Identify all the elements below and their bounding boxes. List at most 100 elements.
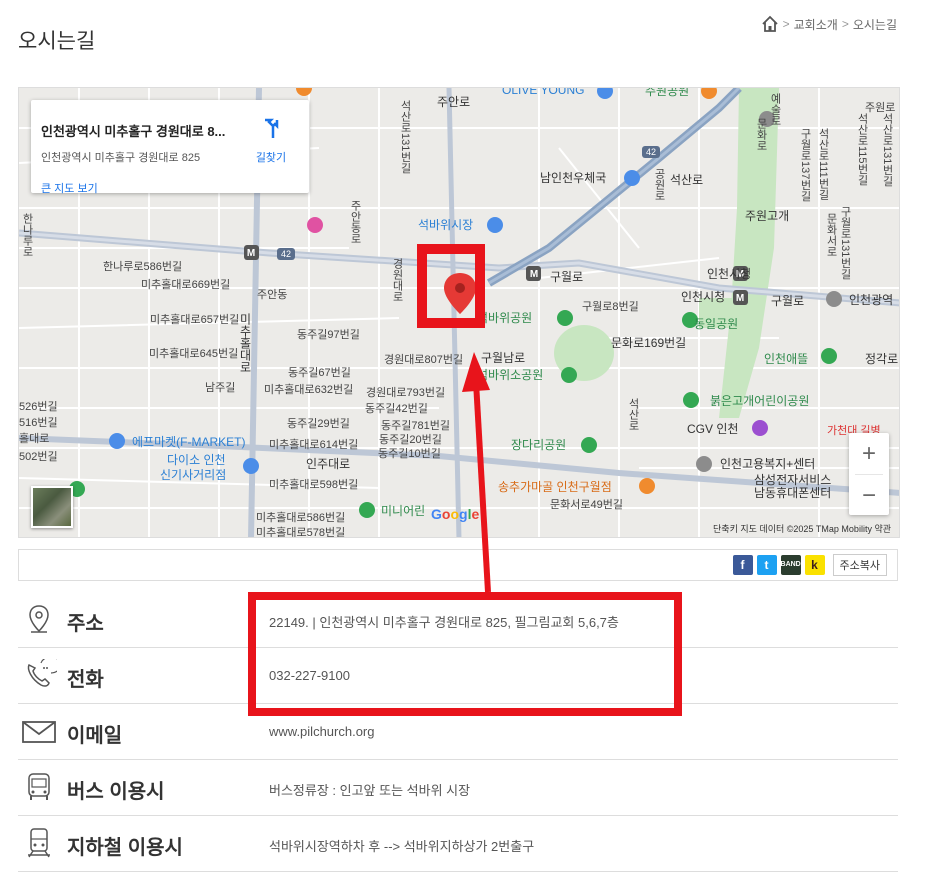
map-label: 구월로: [550, 270, 584, 284]
map-label: 구월남로: [481, 351, 526, 365]
map-label: 미추홀대로669번길: [141, 279, 231, 291]
breadcrumb-item-directions[interactable]: 오시는길: [853, 16, 897, 33]
map-label: 석산로131번길: [399, 100, 411, 174]
map-label: 문화서로: [825, 213, 837, 257]
map-label: 석바위공원: [477, 311, 533, 325]
map[interactable]: 42 42 M M M M 주안로 OLIVE YOUNG 주원공원 남인천우체…: [18, 87, 900, 538]
satellite-toggle[interactable]: [31, 486, 73, 528]
home-icon[interactable]: [761, 15, 779, 33]
breadcrumb: > 교회소개 > 오시는길: [761, 15, 897, 33]
twitter-icon[interactable]: t: [756, 555, 777, 575]
map-label: 주원공원: [645, 87, 690, 98]
envelope-icon: [22, 721, 56, 743]
map-label: 석산로111번길: [817, 128, 829, 200]
row-label: 지하철 이용시: [67, 837, 183, 859]
map-label: 인천시청: [681, 290, 726, 304]
map-label: 인천시청: [707, 267, 752, 281]
map-label: 경원대로807번길: [384, 354, 464, 366]
svg-text:42: 42: [646, 147, 656, 157]
row-label: 전화: [67, 669, 104, 691]
bus-value: 버스정류장 : 인고앞 또는 석바위 시장: [269, 783, 471, 798]
map-label: 동주길67번길: [288, 367, 351, 379]
map-label: 송추가마골 인천구월점: [498, 480, 612, 494]
zoom-in-button[interactable]: +: [849, 433, 889, 474]
bus-icon: [28, 773, 50, 800]
map-label: 인천고용복지+센터: [720, 457, 816, 471]
location-pin-icon: [29, 605, 49, 633]
map-label: 동주길781번길: [381, 420, 450, 432]
zoom-control: + −: [849, 433, 889, 515]
map-label: 장다리공원: [511, 438, 567, 452]
google-logo: Google: [431, 506, 480, 522]
annotation-highlight-box: [248, 592, 682, 716]
directions-button[interactable]: 길찾기: [251, 118, 291, 165]
map-label: 석바위소공원: [477, 368, 544, 382]
map-label: 주안동로: [349, 200, 361, 244]
map-label: 동주길42번길: [365, 403, 428, 415]
map-label: 미니어린: [381, 504, 426, 518]
map-card-title: 인천광역시 미추홀구 경원대로 8...: [41, 124, 226, 139]
subway-icon: [28, 828, 50, 858]
directions-icon: [265, 118, 279, 138]
map-label: 삼성전자서비스: [754, 473, 832, 487]
map-info-card: 인천광역시 미추홀구 경원대로 8... 인천광역시 미추홀구 경원대로 825…: [31, 100, 309, 196]
map-label: 예술로: [769, 93, 781, 126]
map-label: 석산로: [627, 398, 639, 431]
map-label: 미추홀대로645번길: [149, 348, 239, 360]
map-label: 남주길: [205, 382, 236, 394]
svg-text:M: M: [247, 248, 255, 259]
annotation-marker-box: [417, 244, 485, 328]
map-label: 한나루로: [21, 213, 33, 257]
map-label: 미추홀대로614번길: [269, 439, 359, 451]
map-label: 동주길10번길: [378, 448, 441, 460]
map-label: 석산로131번길: [881, 113, 893, 187]
breadcrumb-separator: >: [841, 17, 849, 31]
facebook-icon[interactable]: f: [732, 555, 753, 575]
zoom-out-button[interactable]: −: [849, 475, 889, 516]
map-label: 502번길: [19, 451, 58, 463]
map-label: 정각로: [865, 352, 899, 366]
copy-address-button[interactable]: 주소복사: [832, 554, 887, 576]
map-label: 미추홀대로: [238, 313, 252, 373]
directions-label: 길찾기: [255, 152, 287, 164]
row-label: 버스 이용시: [67, 781, 165, 803]
map-label: 석산로115번길: [856, 113, 868, 186]
page-title: 오시는길: [18, 30, 96, 54]
map-label: 석산로: [670, 173, 704, 187]
map-label: 526번길: [19, 401, 58, 413]
map-label: 구월로137번길: [799, 128, 811, 202]
kakao-icon[interactable]: k: [804, 555, 825, 575]
map-label: 동일공원: [694, 317, 739, 331]
map-label: 문화서로49번길: [550, 499, 623, 511]
map-label: 경원대로: [391, 258, 403, 302]
share-bar: f t BAND k 주소복사: [18, 549, 898, 581]
info-row-bus: 버스 이용시 버스정류장 : 인고앞 또는 석바위 시장: [18, 759, 898, 816]
email-value[interactable]: www.pilchurch.org: [269, 724, 375, 739]
map-label: CGV 인천: [687, 422, 739, 436]
map-label: 공원로: [653, 168, 665, 201]
map-label: 구월로131번길: [839, 206, 851, 280]
map-label: 구월로: [771, 294, 805, 308]
map-label: 미추홀대로632번길: [264, 384, 354, 396]
map-label: 516번길: [19, 417, 58, 429]
map-label: 인천애뜰: [764, 352, 809, 366]
breadcrumb-item-intro[interactable]: 교회소개: [794, 16, 838, 33]
band-icon[interactable]: BAND: [780, 555, 801, 575]
map-label: 구월로8번길: [582, 301, 639, 313]
map-label: 동주길29번길: [287, 418, 350, 430]
map-label: 홀대로: [19, 433, 50, 445]
map-label: 미추홀대로586번길: [256, 512, 346, 524]
map-label: 인천광역: [849, 293, 894, 307]
info-row-subway: 지하철 이용시 석바위시장역하차 후 --> 석바위지하상가 2번출구: [18, 815, 898, 872]
large-map-link[interactable]: 큰 지도 보기: [41, 180, 98, 196]
map-label: 남동휴대폰센터: [754, 486, 832, 500]
map-label: 붉은고개어린이공원: [710, 394, 810, 408]
map-card-address: 인천광역시 미추홀구 경원대로 825: [41, 152, 201, 164]
map-label: 주원로: [865, 102, 896, 114]
map-label: 인주대로: [306, 457, 351, 471]
map-label: 동주길20번길: [379, 434, 442, 446]
map-footer[interactable]: 단축키 지도 데이터 ©2025 TMap Mobility 약관: [713, 522, 891, 535]
map-label: 미추홀대로578번길: [256, 527, 346, 538]
svg-text:M: M: [530, 269, 538, 280]
map-label: OLIVE YOUNG: [502, 87, 585, 97]
